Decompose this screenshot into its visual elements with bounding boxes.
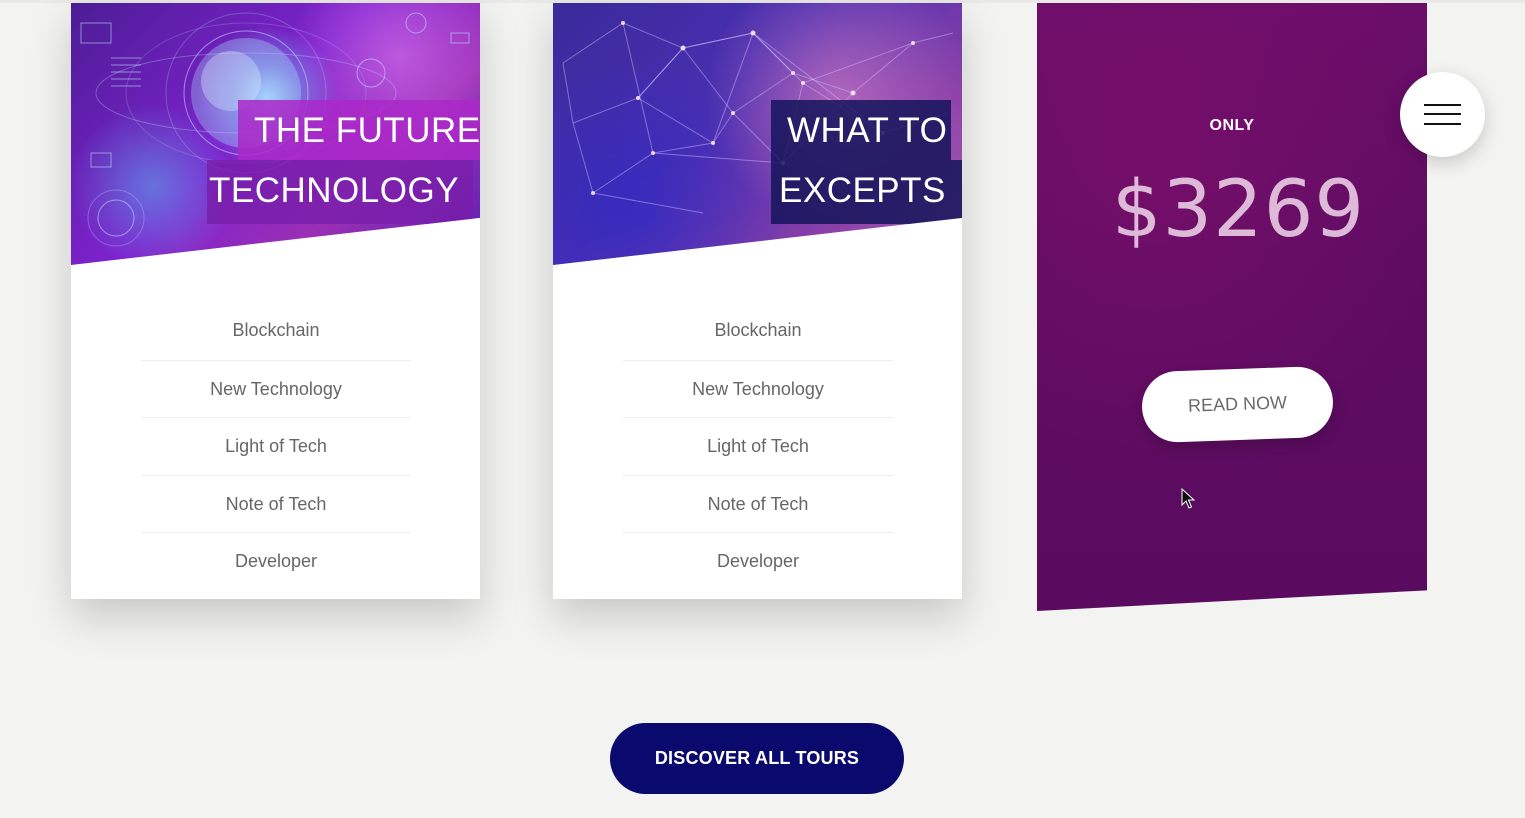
card-hero-image: WHAT TO EXCEPTS (553, 3, 962, 265)
card-hero-image: THE FUTURE TECHNOLOGY (71, 3, 480, 265)
list-item: Light of Tech (623, 418, 893, 476)
list-item: Blockchain (141, 303, 411, 361)
card-title-line-1: WHAT TO (771, 100, 952, 160)
discover-all-tours-button[interactable]: DISCOVER ALL TOURS (610, 723, 904, 794)
hamburger-menu-icon-bar (1424, 113, 1461, 115)
list-item: New Technology (141, 361, 411, 418)
list-item: Developer (234, 551, 318, 571)
feature-list: Blockchain New Technology Light of Tech … (623, 303, 893, 591)
hamburger-menu-icon-bar (1424, 123, 1461, 125)
list-item: Blockchain (623, 303, 893, 361)
list-item: Note of Tech (141, 476, 411, 533)
list-item: Light of Tech (141, 418, 411, 476)
feature-list: Blockchain New Technology Light of Tech … (141, 303, 411, 591)
card-title-line-1: THE FUTURE (238, 100, 480, 160)
list-item: New Technology (623, 361, 893, 418)
price-amount: $3269 (1111, 165, 1366, 255)
menu-button[interactable] (1400, 72, 1485, 157)
price-card: ONLY $3269 READ NOW (1037, 3, 1427, 611)
card-title-line-2: TECHNOLOGY (207, 160, 474, 224)
list-item: Note of Tech (623, 476, 893, 533)
list-item: Developer (716, 551, 800, 571)
hamburger-menu-icon (1424, 104, 1461, 106)
read-now-button[interactable]: READ NOW (1140, 365, 1335, 444)
mouse-cursor-icon (1181, 488, 1195, 509)
tour-card-what-to-excepts: WHAT TO EXCEPTS Blockchain New Technolog… (553, 3, 962, 599)
card-title-line-2: EXCEPTS (771, 160, 962, 224)
price-label: ONLY (1209, 117, 1255, 134)
tour-card-future-technology: THE FUTURE TECHNOLOGY Blockchain New Tec… (71, 3, 480, 599)
